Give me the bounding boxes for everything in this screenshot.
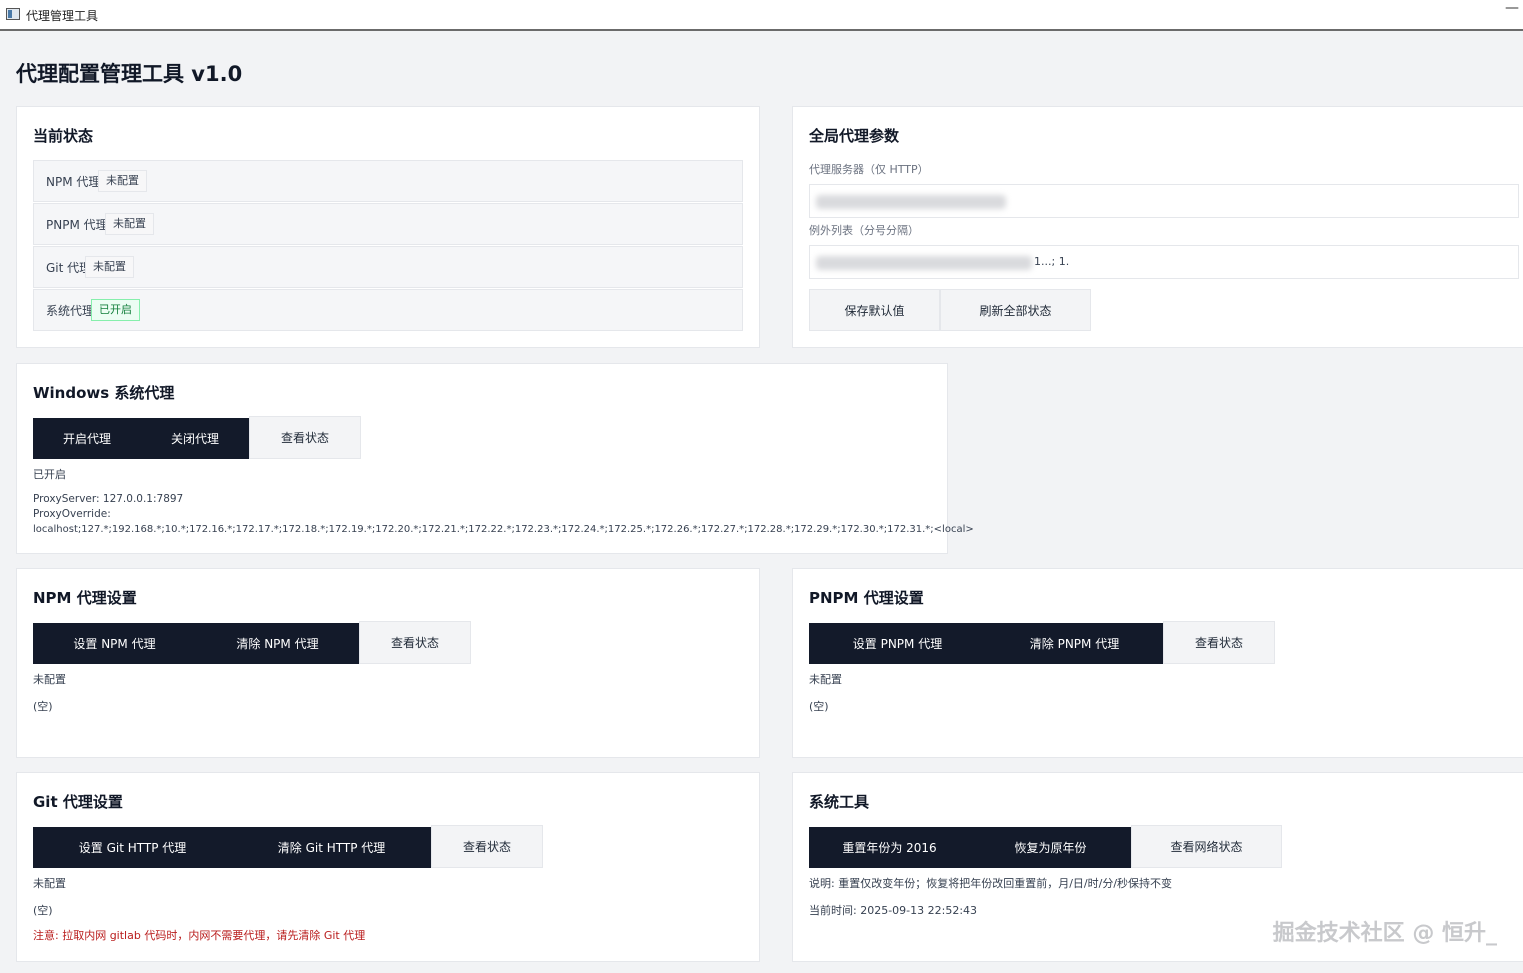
enable-proxy-button[interactable]: 开启代理: [33, 418, 141, 459]
card-title-global-params: 全局代理参数: [809, 127, 900, 145]
network-status-button[interactable]: 查看网络状态: [1131, 825, 1282, 868]
npm-status-text: 未配置: [33, 673, 66, 686]
proxy-server-line: ProxyServer: 127.0.0.1:7897: [33, 493, 184, 505]
npm-output: (空): [33, 700, 53, 713]
card-title-current-status: 当前状态: [33, 127, 94, 145]
proxy-override-value: localhost;127.*;192.168.*;10.*;172.16.*;…: [33, 524, 974, 535]
window-title: 代理管理工具: [26, 9, 99, 23]
card-title-npm: NPM 代理设置: [33, 589, 137, 607]
status-row-system: 系统代理 已开启: [33, 289, 743, 331]
app-window-icon: [6, 8, 20, 20]
redacted-value: [816, 256, 1032, 270]
exceptions-input[interactable]: 1...; 1.: [809, 245, 1519, 279]
reset-year-button[interactable]: 重置年份为 2016: [809, 827, 970, 868]
system-tools-note: 说明: 重置仅改变年份；恢复将把年份改回重置前，月/日/时/分/秒保持不变: [809, 877, 1173, 890]
status-label: PNPM 代理: [46, 218, 108, 232]
status-badge: 未配置: [98, 170, 147, 192]
page-title: 代理配置管理工具 v1.0: [16, 62, 243, 86]
card-title-windows-proxy: Windows 系统代理: [33, 384, 175, 402]
card-title-pnpm: PNPM 代理设置: [809, 589, 924, 607]
current-status-card: 当前状态 NPM 代理 未配置 PNPM 代理 未配置 Git 代理 未配置 系…: [16, 106, 760, 348]
status-row-npm: NPM 代理 未配置: [33, 160, 743, 202]
refresh-all-button[interactable]: 刷新全部状态: [940, 289, 1091, 331]
status-badge: 已开启: [91, 299, 140, 321]
pnpm-output: (空): [809, 700, 829, 713]
card-title-system-tools: 系统工具: [809, 793, 870, 811]
status-label: NPM 代理: [46, 175, 101, 189]
check-status-button[interactable]: 查看状态: [249, 416, 361, 459]
status-label: 系统代理: [46, 304, 95, 318]
status-row-git: Git 代理 未配置: [33, 246, 743, 288]
clear-npm-proxy-button[interactable]: 清除 NPM 代理: [196, 623, 359, 664]
windows-proxy-card: Windows 系统代理 开启代理 关闭代理 查看状态 已开启 ProxySer…: [16, 363, 974, 554]
proxy-server-input[interactable]: [809, 184, 1519, 218]
set-npm-proxy-button[interactable]: 设置 NPM 代理: [33, 623, 196, 664]
status-row-pnpm: PNPM 代理 未配置: [33, 203, 743, 245]
minimize-button[interactable]: —: [1505, 0, 1519, 16]
git-check-status-button[interactable]: 查看状态: [431, 825, 543, 868]
status-badge: 未配置: [105, 213, 154, 235]
watermark: 掘金技术社区 @ 恒升_: [1272, 921, 1497, 946]
clear-pnpm-proxy-button[interactable]: 清除 PNPM 代理: [986, 623, 1163, 664]
git-status-text: 未配置: [33, 877, 66, 890]
current-time: 当前时间: 2025-09-13 22:52:43: [809, 904, 978, 917]
redacted-value: [816, 195, 1006, 209]
set-pnpm-proxy-button[interactable]: 设置 PNPM 代理: [809, 623, 986, 664]
clear-git-proxy-button[interactable]: 清除 Git HTTP 代理: [232, 827, 431, 868]
card-title-git: Git 代理设置: [33, 793, 123, 811]
git-warning: 注意: 拉取内网 gitlab 代码时，内网不需要代理，请先清除 Git 代理: [33, 929, 366, 942]
pnpm-check-status-button[interactable]: 查看状态: [1163, 621, 1275, 664]
exceptions-visible-tail: 1...; 1.: [1034, 255, 1070, 268]
proxy-override-label: ProxyOverride:: [33, 508, 111, 520]
restore-year-button[interactable]: 恢复为原年份: [970, 827, 1131, 868]
npm-card: NPM 代理设置 设置 NPM 代理 清除 NPM 代理 查看状态 未配置 (空…: [16, 568, 760, 758]
set-git-proxy-button[interactable]: 设置 Git HTTP 代理: [33, 827, 232, 868]
npm-check-status-button[interactable]: 查看状态: [359, 621, 471, 664]
pnpm-card: PNPM 代理设置 设置 PNPM 代理 清除 PNPM 代理 查看状态 未配置…: [792, 568, 1523, 758]
git-output: (空): [33, 904, 53, 917]
window-titlebar: 代理管理工具 —: [0, 0, 1523, 31]
save-default-button[interactable]: 保存默认值: [809, 289, 940, 331]
proxy-server-label: 代理服务器（仅 HTTP）: [809, 163, 929, 176]
disable-proxy-button[interactable]: 关闭代理: [141, 418, 249, 459]
exceptions-label: 例外列表（分号分隔）: [809, 224, 919, 237]
status-badge: 未配置: [85, 256, 134, 278]
git-card: Git 代理设置 设置 Git HTTP 代理 清除 Git HTTP 代理 查…: [16, 772, 760, 962]
pnpm-status-text: 未配置: [809, 673, 842, 686]
global-params-card: 全局代理参数 代理服务器（仅 HTTP） 例外列表（分号分隔） 1...; 1.…: [792, 106, 1523, 348]
system-proxy-status: 已开启: [33, 468, 66, 481]
